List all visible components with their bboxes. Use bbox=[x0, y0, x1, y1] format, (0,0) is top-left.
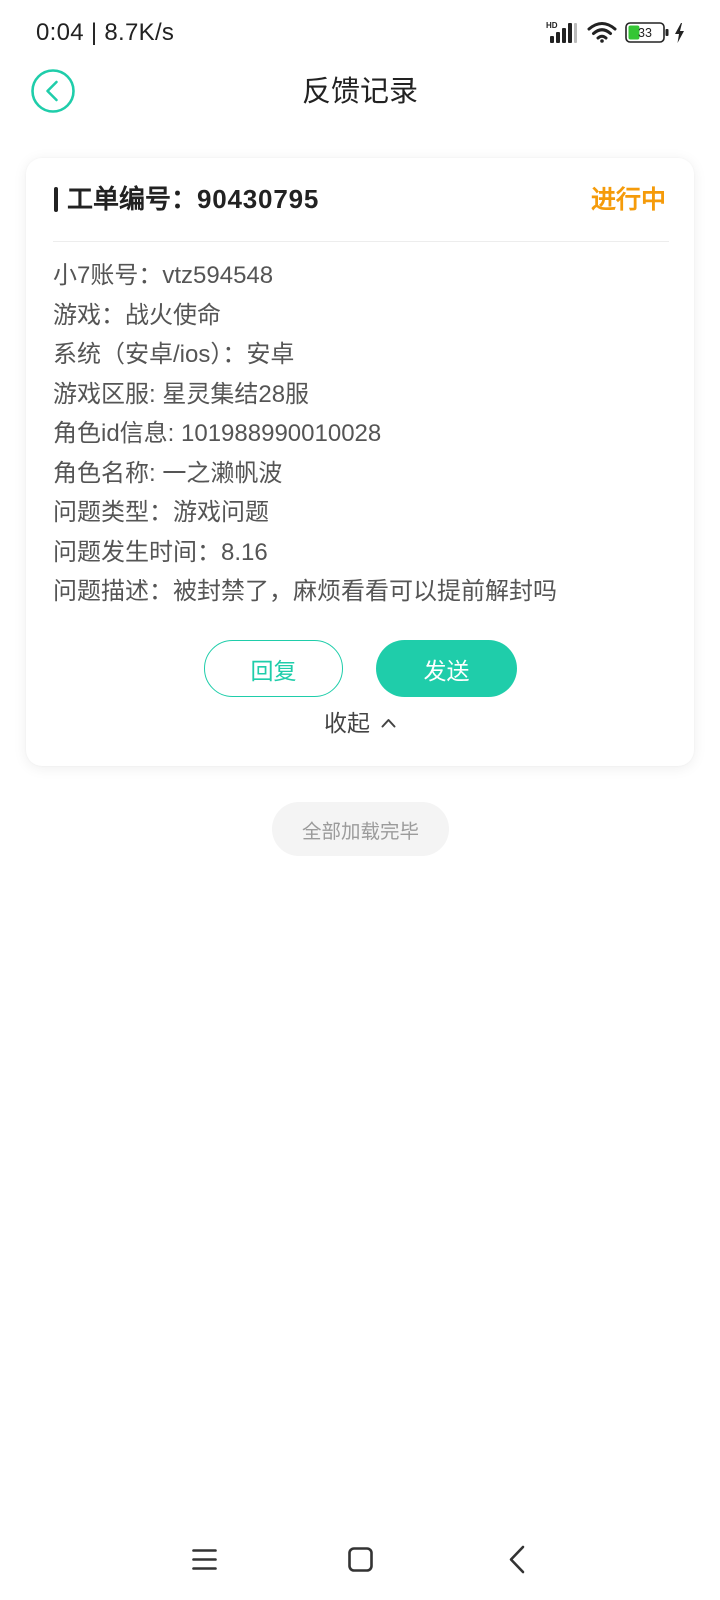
collapse-toggle[interactable]: 收起 bbox=[26, 707, 694, 739]
field-value: vtz594548 bbox=[162, 262, 274, 289]
field-server: 游戏区服: 星灵集结28服 bbox=[53, 375, 557, 415]
field-issue-description: 问题描述：被封禁了，麻烦看看可以提前解封吗 bbox=[53, 572, 557, 612]
field-game: 游戏：战火使命 bbox=[53, 296, 557, 336]
reply-button[interactable]: 回复 bbox=[204, 640, 343, 697]
battery-level: 33 bbox=[638, 26, 652, 40]
field-label: 角色id信息: bbox=[53, 420, 182, 447]
home-icon[interactable] bbox=[348, 1547, 373, 1572]
field-label: 系统（安卓/ios）： bbox=[53, 341, 247, 368]
battery-icon: 33 bbox=[625, 22, 669, 43]
field-role-id: 角色id信息: 101988990010028 bbox=[53, 414, 557, 454]
field-label: 游戏： bbox=[53, 301, 125, 329]
field-label: 小7账号： bbox=[53, 262, 163, 289]
field-issue-time: 问题发生时间：8.16 bbox=[53, 533, 557, 573]
title-accent-bar bbox=[54, 187, 58, 212]
page-title: 反馈记录 bbox=[301, 76, 418, 108]
network-label: HD bbox=[546, 21, 558, 30]
field-label: 问题发生时间： bbox=[53, 538, 221, 566]
ticket-number-value: 90430795 bbox=[197, 184, 320, 214]
end-of-list-indicator: 全部加载完毕 bbox=[272, 802, 449, 856]
send-button[interactable]: 发送 bbox=[376, 640, 517, 697]
field-system: 系统（安卓/ios）：安卓 bbox=[53, 335, 557, 375]
field-label: 问题类型： bbox=[53, 499, 173, 526]
collapse-label[interactable]: 收起 bbox=[324, 707, 370, 739]
menu-icon[interactable] bbox=[192, 1548, 217, 1571]
field-value: 星灵集结28服 bbox=[162, 380, 310, 408]
field-value: 一之濑帆波 bbox=[162, 459, 283, 487]
field-value: 安卓 bbox=[246, 341, 295, 368]
field-issue-type: 问题类型：游戏问题 bbox=[53, 493, 557, 533]
field-role-name: 角色名称: 一之濑帆波 bbox=[53, 454, 557, 494]
status-badge: 进行中 bbox=[590, 186, 666, 214]
chevron-up-icon[interactable] bbox=[381, 718, 396, 728]
divider bbox=[53, 241, 669, 242]
back-icon[interactable] bbox=[508, 1545, 525, 1574]
field-label: 游戏区服: bbox=[53, 380, 163, 408]
signal-hd-icon: HD bbox=[546, 21, 577, 43]
ticket-fields: 小7账号：vtz594548 游戏：战火使命 系统（安卓/ios）：安卓 游戏区… bbox=[53, 256, 557, 612]
field-value: 游戏问题 bbox=[173, 499, 269, 526]
wifi-icon bbox=[587, 22, 617, 43]
field-value: 101988990010028 bbox=[181, 420, 382, 447]
field-account: 小7账号：vtz594548 bbox=[53, 256, 557, 296]
field-label: 问题描述： bbox=[53, 578, 173, 605]
field-label: 角色名称: bbox=[53, 459, 163, 487]
field-value: 8.16 bbox=[221, 538, 268, 566]
ticket-number-label: 工单编号： bbox=[67, 184, 198, 214]
field-value: 被封禁了，麻烦看看可以提前解封吗 bbox=[173, 578, 557, 605]
ticket-number: 工单编号：90430795 bbox=[67, 183, 319, 215]
field-value: 战火使命 bbox=[125, 301, 221, 329]
ticket-card: 工单编号：90430795 进行中 小7账号：vtz594548 游戏：战火使命… bbox=[26, 158, 694, 766]
charging-icon bbox=[675, 23, 684, 43]
status-time-speed: 0:04 | 8.7K/s bbox=[36, 19, 175, 46]
